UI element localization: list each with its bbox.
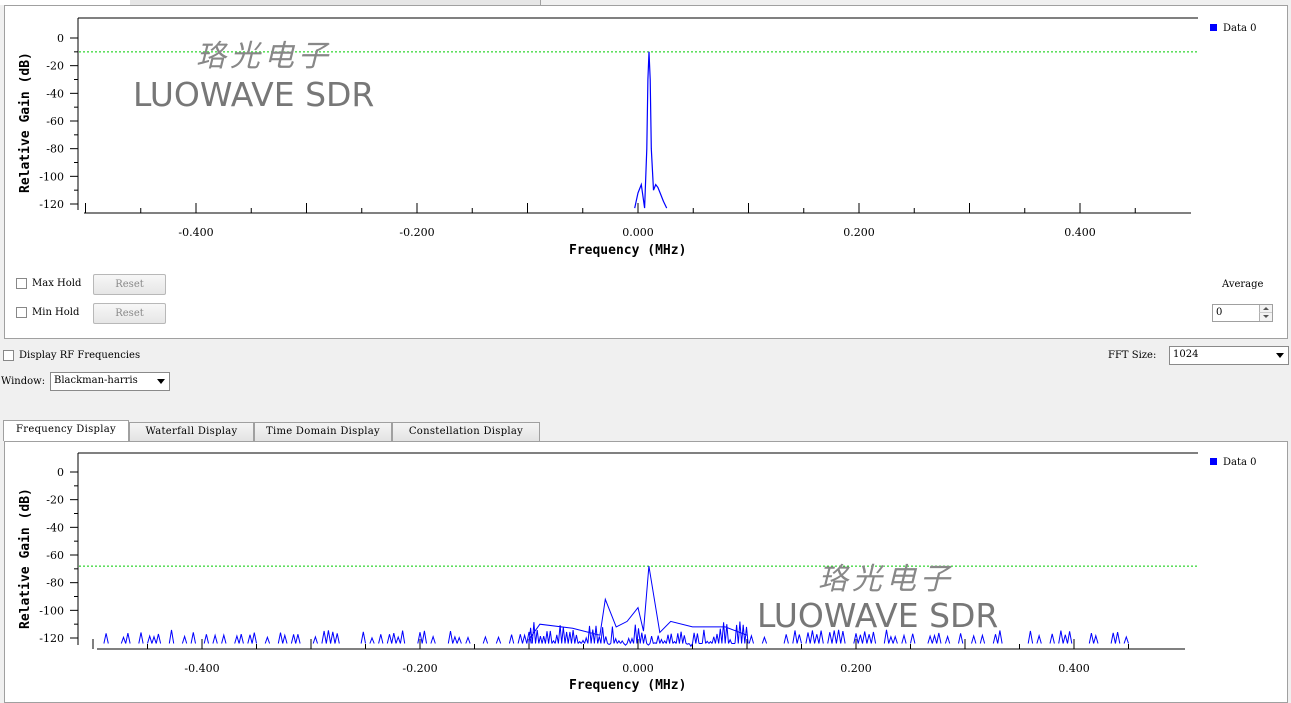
bottom-watermark: 珞光电子 LUOWAVE SDR	[757, 562, 998, 635]
bottom-watermark-en: LUOWAVE SDR	[757, 596, 998, 635]
bottom-frequency-plot: 0 -20 -40 -60 -80 -100 -120 -0.400 -0.200 0.000 0…	[18, 452, 1257, 693]
x-tick-label: 0.200	[840, 662, 872, 675]
y-tick-label: -80	[46, 577, 64, 590]
x-tick-label: 0.400	[1058, 662, 1090, 675]
y-tick-label: -20	[46, 494, 64, 507]
bottom-y-ticks: 0 -20 -40 -60 -80 -100 -120	[39, 466, 78, 645]
y-tick-label: -60	[46, 549, 64, 562]
x-tick-label: -0.400	[184, 662, 219, 675]
y-tick-label: -120	[39, 632, 64, 645]
bottom-x-axis-label: Frequency (MHz)	[569, 678, 686, 693]
bottom-plot-frame	[77, 452, 1198, 645]
bottom-legend-label: Data 0	[1223, 457, 1257, 468]
x-tick-label: -0.200	[402, 662, 437, 675]
bottom-x-ticks: -0.400 -0.200 0.000 0.200 0.400	[92, 639, 1185, 675]
bottom-watermark-cn: 珞光电子	[818, 562, 954, 597]
x-tick-label: 0.000	[622, 662, 654, 675]
bottom-legend-swatch	[1210, 458, 1217, 465]
y-tick-label: -40	[46, 521, 64, 534]
y-tick-label: -100	[39, 604, 64, 617]
bottom-y-axis-label: Relative Gain (dB)	[18, 488, 33, 629]
bottom-legend[interactable]: Data 0	[1210, 457, 1257, 468]
y-tick-label: 0	[57, 466, 64, 479]
